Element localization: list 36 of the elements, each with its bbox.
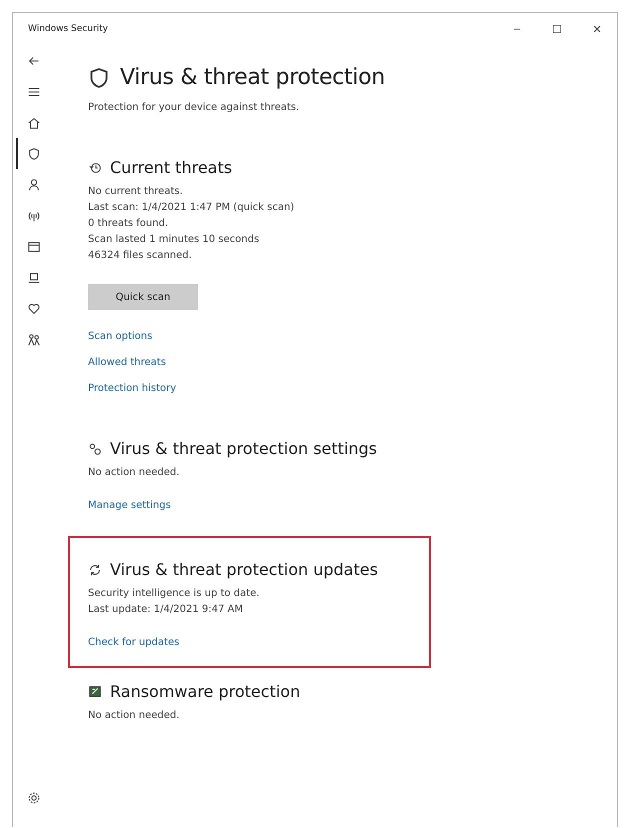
people-icon [27,332,41,346]
shield-icon [27,146,41,160]
section-heading: Current threats [110,158,232,177]
status-text: Last scan: 1/4/2021 1:47 PM (quick scan) [88,202,296,214]
status-text: Scan lasted 1 minutes 10 seconds [88,234,260,246]
home-icon [27,116,41,130]
status-text: No action needed. [88,710,180,722]
clock-icon [88,160,102,174]
window-control-button[interactable]: ☐ [537,15,577,43]
page-subtitle: Protection for your device against threats. [88,102,300,113]
status-text: Security intelligence is up to date. [88,588,260,600]
status-text: 0 threats found. [88,218,170,230]
window-control-button[interactable]: – [497,15,537,43]
heart-icon [27,302,41,316]
link[interactable]: Scan options [88,331,152,342]
section-heading: Virus & threat protection updates [110,560,378,579]
window-control-button[interactable]: ✕ [577,15,617,43]
person-icon [27,178,41,192]
window-icon [27,240,41,254]
link[interactable]: Protection history [88,383,176,394]
settings-icon [27,790,41,804]
section-heading: Ransomware protection [110,682,300,701]
link[interactable]: Check for updates [88,637,180,648]
window-title: Windows Security [28,24,109,34]
status-text: 46324 files scanned. [88,250,193,262]
quick-scan-button[interactable]: Quick scan [88,284,198,310]
refresh-icon [88,562,102,576]
laptop-icon [27,270,41,284]
link[interactable]: Allowed threats [88,357,166,368]
status-text: Last update: 1/4/2021 9:47 AM [88,604,244,616]
page-title: Virus & threat protection [120,65,385,90]
status-text: No current threats. [88,186,184,198]
status-text: No action needed. [88,467,180,479]
link[interactable]: Manage settings [88,500,171,511]
shield-icon [88,66,110,88]
section-heading: Virus & threat protection settings [110,439,378,458]
